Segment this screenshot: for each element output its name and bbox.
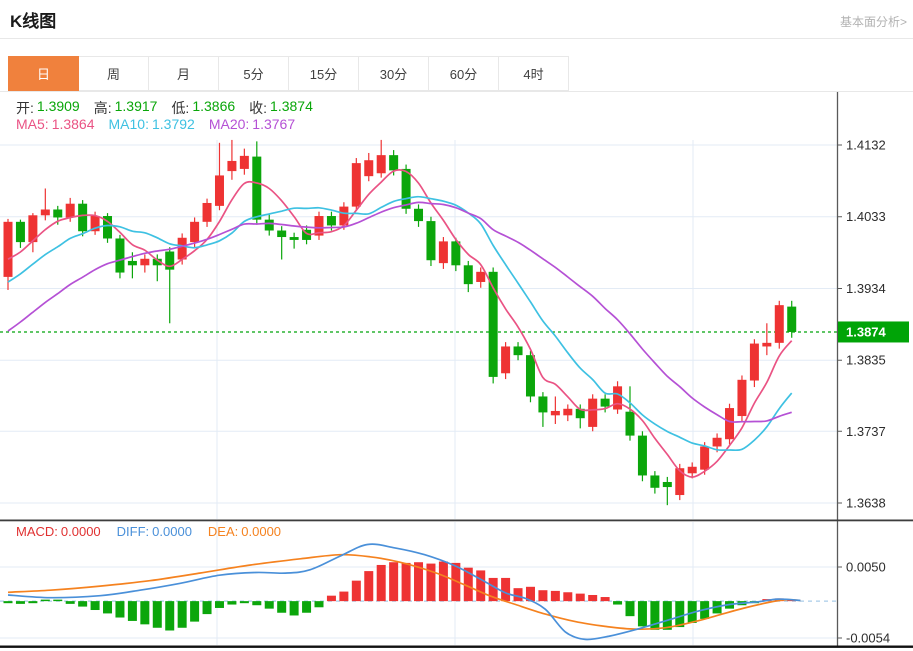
- low-readout: 低: 1.3866: [171, 98, 236, 116]
- tab-5min[interactable]: 5分: [218, 56, 289, 91]
- ohlc-legend: 开: 1.3909 高: 1.3917 低: 1.3866 收: 1.3874: [16, 98, 313, 118]
- tab-week[interactable]: 周: [78, 56, 149, 91]
- price-axis-labels: 1.4132 1.4033 1.3934 1.3835 1.3737 1.3638 0.00…: [837, 138, 890, 646]
- svg-text:1.4132: 1.4132: [846, 138, 886, 153]
- svg-text:1.4033: 1.4033: [846, 209, 886, 224]
- svg-text:1.3638: 1.3638: [846, 496, 886, 511]
- ma-legend: MA5: 1.3864 MA10: 1.3792 MA20: 1.3767: [16, 116, 295, 132]
- svg-text:-0.0054: -0.0054: [846, 631, 890, 646]
- open-readout: 开: 1.3909: [16, 98, 80, 116]
- ma5-readout: MA5: 1.3864: [16, 116, 95, 132]
- period-tabs: 日 周 月 5分 15分 30分 60分 4时: [8, 56, 569, 91]
- tab-60min[interactable]: 60分: [428, 56, 499, 91]
- ma10-readout: MA10: 1.3792: [108, 116, 195, 132]
- tab-15min[interactable]: 15分: [288, 56, 359, 91]
- pane-separator: [0, 519, 913, 522]
- kline-page: K线图 基本面分析> 日 周 月 5分 15分 30分 60分 4时 开: 1.3…: [0, 0, 913, 651]
- tab-4hour[interactable]: 4时: [498, 56, 569, 91]
- diff-readout: DIFF: 0.0000: [116, 524, 192, 539]
- high-readout: 高: 1.3917: [93, 98, 158, 116]
- dea-readout: DEA: 0.0000: [207, 524, 282, 539]
- macd-legend: MACD: 0.0000 DIFF: 0.0000 DEA: 0.0000: [16, 524, 281, 539]
- close-readout: 收: 1.3874: [249, 98, 313, 116]
- svg-text:1.3835: 1.3835: [846, 353, 886, 368]
- last-price-badge-value: 1.3874: [846, 324, 887, 339]
- tab-month[interactable]: 月: [148, 56, 219, 91]
- candles: [3, 139, 797, 506]
- tab-30min[interactable]: 30分: [358, 56, 429, 91]
- ma10-line: [7, 195, 793, 452]
- chart-bottom-border: [0, 645, 913, 648]
- svg-text:1.3737: 1.3737: [846, 424, 886, 439]
- ma20-readout: MA20: 1.3767: [208, 116, 296, 132]
- svg-text:1.3934: 1.3934: [846, 281, 886, 296]
- macd-readout: MACD: 0.0000: [16, 524, 101, 539]
- ma20-line: [7, 201, 792, 423]
- macd-histogram: [3, 561, 797, 631]
- tab-day[interactable]: 日: [8, 56, 79, 91]
- svg-text:0.0050: 0.0050: [846, 560, 886, 575]
